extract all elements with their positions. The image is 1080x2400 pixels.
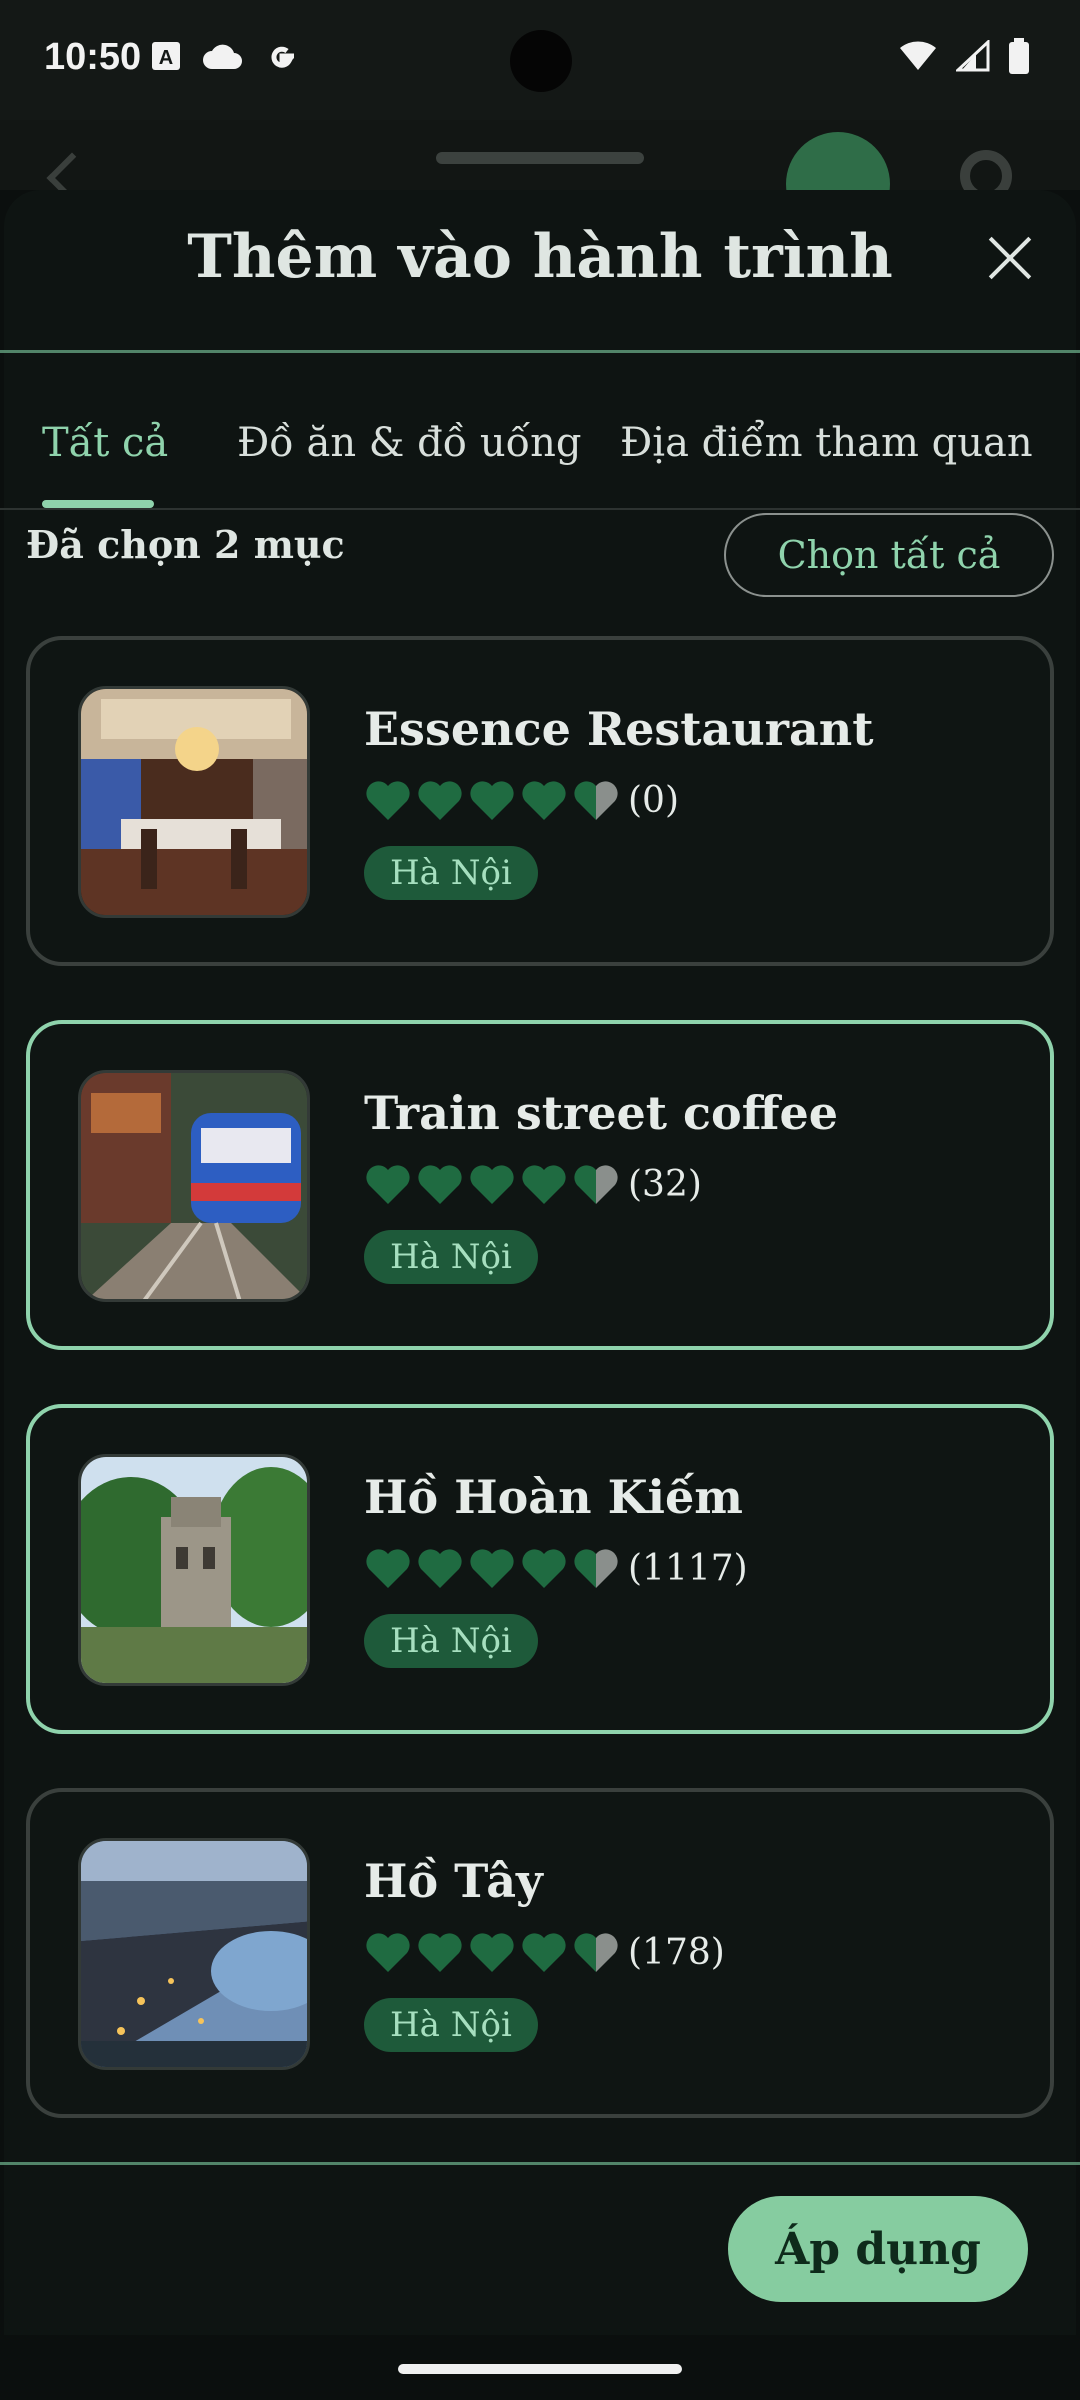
- tab-food-drink[interactable]: Đồ ăn & đồ uống: [237, 420, 582, 466]
- list-item[interactable]: Hồ Tây (178) Hà Nội: [26, 1788, 1054, 2118]
- rating: (1117): [364, 1546, 748, 1590]
- divider: [0, 2162, 1080, 2165]
- heart-icon: [418, 781, 462, 820]
- heart-icon: [522, 1933, 566, 1972]
- heart-icon: [418, 1933, 462, 1972]
- selected-count: Đã chọn 2 mục: [26, 522, 345, 567]
- drag-handle[interactable]: [436, 152, 644, 164]
- rating-count: (32): [628, 1163, 702, 1205]
- heart-icon: [522, 1549, 566, 1588]
- wifi-icon: [900, 41, 936, 70]
- item-name: Essence Restaurant: [364, 702, 874, 756]
- google-icon: [271, 46, 294, 68]
- gesture-nav-handle[interactable]: [398, 2364, 682, 2374]
- half-heart-icon: [574, 1933, 618, 1972]
- item-name: Hồ Tây: [364, 1854, 543, 1908]
- heart-icon: [366, 1933, 410, 1972]
- divider: [0, 350, 1080, 353]
- heart-icon: [470, 1933, 514, 1972]
- tab-all[interactable]: Tất cả: [42, 420, 168, 466]
- heart-icon: [470, 1165, 514, 1204]
- category-tabs: Tất cả Đồ ăn & đồ uống Địa điểm tham qua…: [0, 380, 1080, 510]
- lake-pagoda-photo: [78, 1454, 310, 1686]
- restaurant-photo: [78, 686, 310, 918]
- heart-icon: [522, 1165, 566, 1204]
- tab-indicator: [42, 500, 154, 508]
- rating-count: (0): [628, 779, 679, 821]
- close-icon[interactable]: [984, 232, 1036, 284]
- half-heart-icon: [574, 1549, 618, 1588]
- rating: (32): [364, 1162, 702, 1206]
- camera-cutout: [510, 30, 572, 92]
- heart-icon: [522, 781, 566, 820]
- heart-icon: [366, 781, 410, 820]
- heart-icon: [418, 1165, 462, 1204]
- list-item[interactable]: Essence Restaurant (0) Hà Nội: [26, 636, 1054, 966]
- train-street-photo: [78, 1070, 310, 1302]
- signal-icon: [956, 40, 990, 72]
- location-tag: Hà Nội: [364, 846, 538, 900]
- svg-text:A: A: [159, 47, 173, 69]
- divider: [0, 508, 1080, 510]
- heart-icon: [366, 1549, 410, 1588]
- rating-count: (1117): [628, 1547, 748, 1589]
- status-system-icons: [898, 38, 1030, 74]
- tab-attractions[interactable]: Địa điểm tham quan: [620, 420, 1033, 466]
- location-tag: Hà Nội: [364, 1614, 538, 1668]
- half-heart-icon: [574, 781, 618, 820]
- heart-icon: [470, 781, 514, 820]
- list-item[interactable]: Train street coffee (32) Hà Nội: [26, 1020, 1054, 1350]
- status-time: 10:50: [44, 36, 142, 78]
- sheet-title: Thêm vào hành trình: [187, 222, 893, 292]
- heart-icon: [366, 1165, 410, 1204]
- font-icon: A: [152, 42, 180, 70]
- rating: (178): [364, 1930, 725, 1974]
- heart-icon: [470, 1549, 514, 1588]
- cloud-icon: [203, 44, 242, 69]
- rating-count: (178): [628, 1931, 725, 1973]
- half-heart-icon: [574, 1165, 618, 1204]
- heart-icon: [418, 1549, 462, 1588]
- rating: (0): [364, 778, 679, 822]
- status-bar: 10:50 A: [0, 0, 1080, 120]
- status-notification-icons: A: [150, 38, 300, 74]
- west-lake-photo: [78, 1838, 310, 2070]
- location-tag: Hà Nội: [364, 1230, 538, 1284]
- apply-button[interactable]: Áp dụng: [728, 2196, 1028, 2302]
- battery-icon: [1009, 38, 1029, 74]
- item-name: Hồ Hoàn Kiếm: [364, 1470, 743, 1524]
- select-all-button[interactable]: Chọn tất cả: [724, 513, 1054, 597]
- item-name: Train street coffee: [364, 1086, 839, 1140]
- location-tag: Hà Nội: [364, 1998, 538, 2052]
- list-item[interactable]: Hồ Hoàn Kiếm (1117) Hà Nội: [26, 1404, 1054, 1734]
